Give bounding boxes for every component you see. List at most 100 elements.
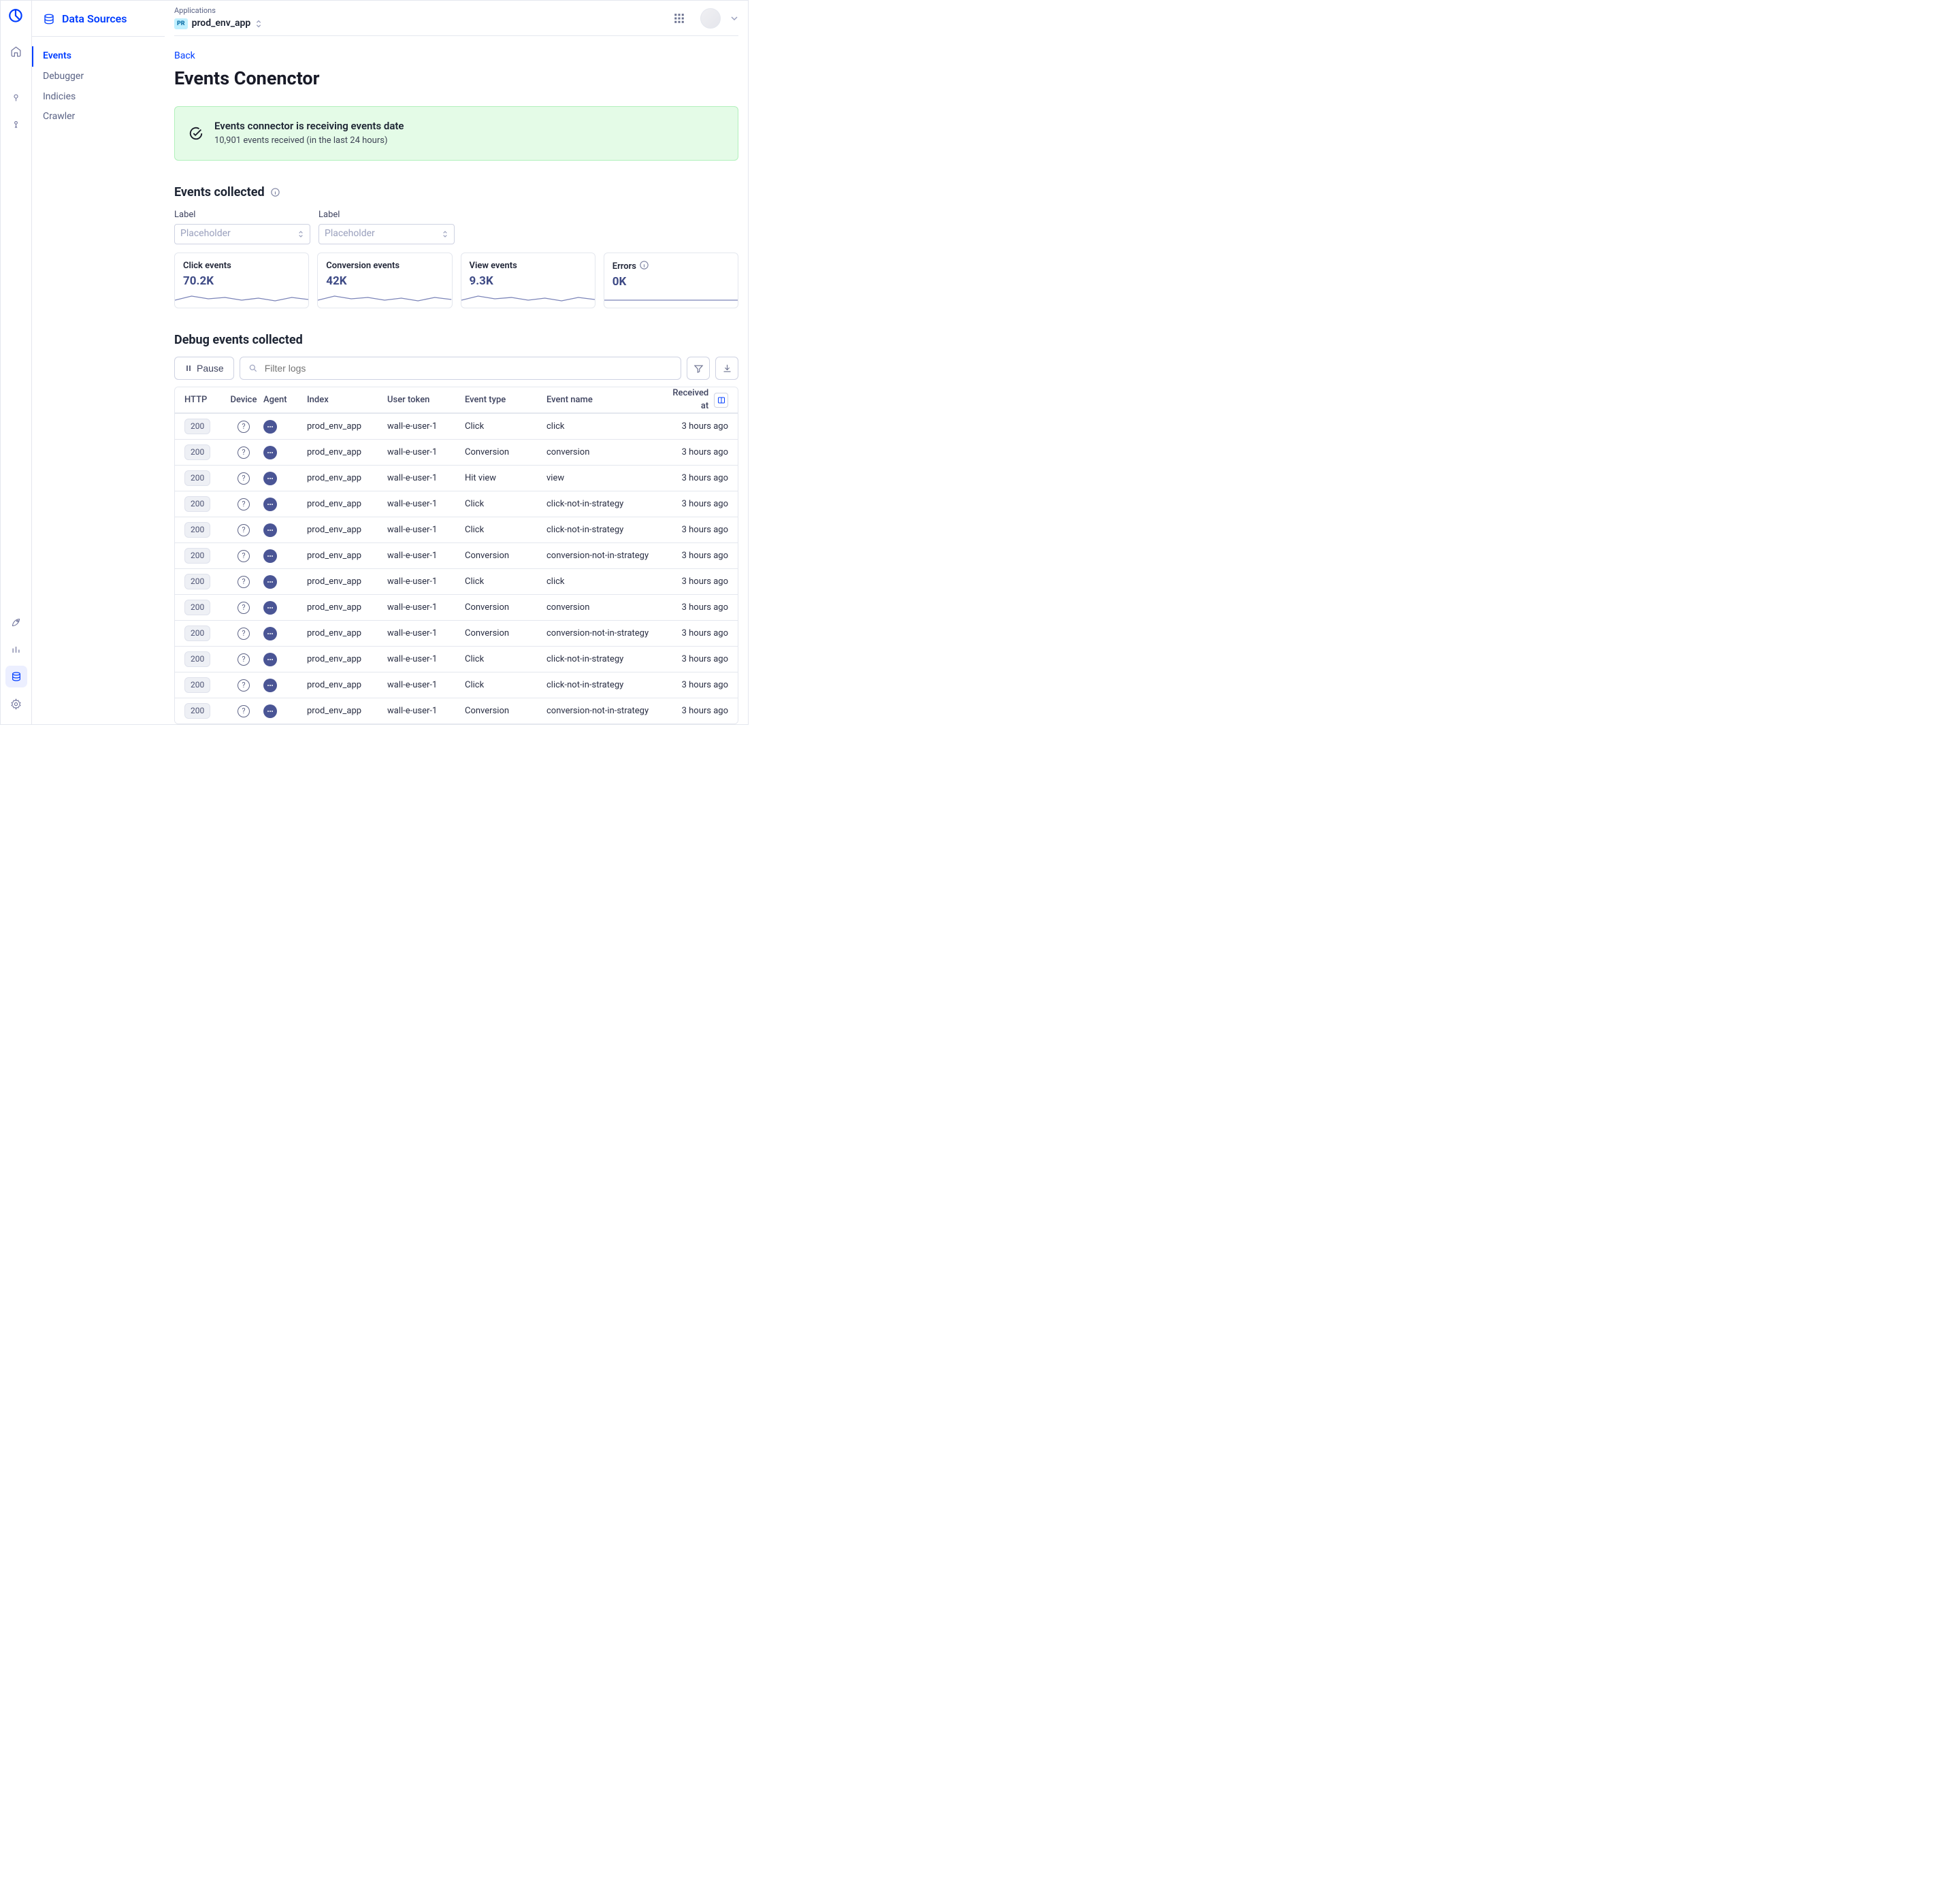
filter-logs-input[interactable]: [240, 357, 681, 380]
row-received: 3 hours ago: [666, 421, 728, 433]
agent-icon: [263, 704, 277, 718]
table-row[interactable]: 200 ? prod_env_app wall-e-user-1 Convers…: [175, 698, 738, 724]
nav-datasources-icon[interactable]: [5, 666, 27, 687]
row-token: wall-e-user-1: [387, 498, 465, 510]
sidebar-item-crawler[interactable]: Crawler: [43, 107, 165, 127]
nav-tag2-icon[interactable]: [5, 114, 27, 135]
table-row[interactable]: 200 ? prod_env_app wall-e-user-1 Click c…: [175, 568, 738, 594]
device-icon: ?: [238, 421, 250, 433]
device-icon: ?: [238, 576, 250, 588]
app-selector[interactable]: PR prod_env_app: [174, 17, 263, 31]
table-row[interactable]: 200 ? prod_env_app wall-e-user-1 Click c…: [175, 646, 738, 672]
metric-card[interactable]: View events 9.3K: [461, 253, 595, 308]
nav-rocket-icon[interactable]: [5, 611, 27, 633]
row-received: 3 hours ago: [666, 472, 728, 485]
row-token: wall-e-user-1: [387, 628, 465, 640]
table-row[interactable]: 200 ? prod_env_app wall-e-user-1 Click c…: [175, 517, 738, 542]
table-row[interactable]: 200 ? prod_env_app wall-e-user-1 Click c…: [175, 491, 738, 517]
row-event-type: Conversion: [465, 705, 546, 717]
metric-value: 9.3K: [470, 274, 587, 290]
device-icon: ?: [238, 628, 250, 640]
columns-button[interactable]: [714, 393, 728, 408]
row-received: 3 hours ago: [666, 576, 728, 588]
filter-select-a[interactable]: Placeholder: [174, 224, 310, 244]
metric-value: 42K: [326, 274, 443, 290]
row-event-type: Click: [465, 524, 546, 536]
swap-icon: [255, 18, 263, 29]
metric-card[interactable]: Errors 0K: [604, 253, 738, 308]
table-row[interactable]: 200 ? prod_env_app wall-e-user-1 Click c…: [175, 672, 738, 698]
logo-icon: [7, 7, 25, 25]
row-index: prod_env_app: [307, 472, 387, 485]
agent-icon: [263, 420, 277, 434]
row-index: prod_env_app: [307, 679, 387, 692]
row-received: 3 hours ago: [666, 498, 728, 510]
row-event-name: conversion: [546, 447, 666, 459]
http-status: 200: [184, 496, 210, 512]
filter-select-b[interactable]: Placeholder: [318, 224, 455, 244]
row-index: prod_env_app: [307, 705, 387, 717]
http-status: 200: [184, 677, 210, 693]
metric-card[interactable]: Click events 70.2K: [174, 253, 309, 308]
filter-button[interactable]: [687, 357, 710, 380]
device-icon: ?: [238, 679, 250, 692]
row-event-type: Click: [465, 679, 546, 692]
table-row[interactable]: 200 ? prod_env_app wall-e-user-1 Convers…: [175, 594, 738, 620]
nav-analytics-icon[interactable]: [5, 638, 27, 660]
row-index: prod_env_app: [307, 576, 387, 588]
row-event-type: Conversion: [465, 628, 546, 640]
status-banner: Events connector is receiving events dat…: [174, 106, 738, 160]
row-token: wall-e-user-1: [387, 550, 465, 562]
download-button[interactable]: [715, 357, 738, 380]
row-token: wall-e-user-1: [387, 524, 465, 536]
row-index: prod_env_app: [307, 550, 387, 562]
row-token: wall-e-user-1: [387, 447, 465, 459]
events-table: HTTP Device Agent Index User token Event…: [174, 387, 738, 724]
device-icon: ?: [238, 472, 250, 485]
table-row[interactable]: 200 ? prod_env_app wall-e-user-1 Convers…: [175, 439, 738, 465]
row-event-type: Conversion: [465, 550, 546, 562]
metric-card[interactable]: Conversion events 42K: [317, 253, 452, 308]
table-row[interactable]: 200 ? prod_env_app wall-e-user-1 Convers…: [175, 542, 738, 568]
table-row[interactable]: 200 ? prod_env_app wall-e-user-1 Convers…: [175, 620, 738, 646]
pause-button[interactable]: Pause: [174, 357, 234, 380]
row-event-name: conversion-not-in-strategy: [546, 705, 666, 717]
pause-icon: [184, 364, 193, 372]
http-status: 200: [184, 522, 210, 538]
page-title: Events Conenctor: [174, 66, 738, 92]
nav-tag-icon[interactable]: [5, 86, 27, 108]
http-status: 200: [184, 419, 210, 434]
nav-settings-icon[interactable]: [5, 693, 27, 715]
chevron-down-icon[interactable]: [730, 14, 738, 22]
sidebar-item-indicies[interactable]: Indicies: [43, 87, 165, 108]
row-event-name: click-not-in-strategy: [546, 679, 666, 692]
agent-icon: [263, 498, 277, 511]
row-received: 3 hours ago: [666, 628, 728, 640]
back-link[interactable]: Back: [174, 50, 195, 61]
http-status: 200: [184, 444, 210, 460]
apps-grid-icon[interactable]: [673, 12, 685, 25]
device-icon: ?: [238, 550, 250, 562]
sidebar-item-events[interactable]: Events: [32, 46, 165, 67]
http-status: 200: [184, 574, 210, 589]
avatar[interactable]: [700, 8, 721, 29]
table-row[interactable]: 200 ? prod_env_app wall-e-user-1 Click c…: [175, 413, 738, 439]
agent-icon: [263, 627, 277, 640]
table-row[interactable]: 200 ? prod_env_app wall-e-user-1 Hit vie…: [175, 465, 738, 491]
app-name: prod_env_app: [192, 17, 251, 31]
icon-rail: [1, 1, 32, 724]
sidebar-item-debugger[interactable]: Debugger: [43, 67, 165, 87]
device-icon: ?: [238, 524, 250, 536]
filter-label-a: Label: [174, 209, 310, 221]
http-status: 200: [184, 703, 210, 719]
agent-icon: [263, 549, 277, 563]
row-event-name: conversion: [546, 602, 666, 614]
row-event-name: click-not-in-strategy: [546, 653, 666, 666]
row-event-type: Click: [465, 498, 546, 510]
filter-label-b: Label: [318, 209, 455, 221]
metric-label: Conversion events: [326, 260, 443, 272]
http-status: 200: [184, 470, 210, 486]
nav-home-icon[interactable]: [5, 40, 27, 62]
info-icon[interactable]: [270, 187, 280, 197]
metric-value: 70.2K: [183, 274, 300, 290]
